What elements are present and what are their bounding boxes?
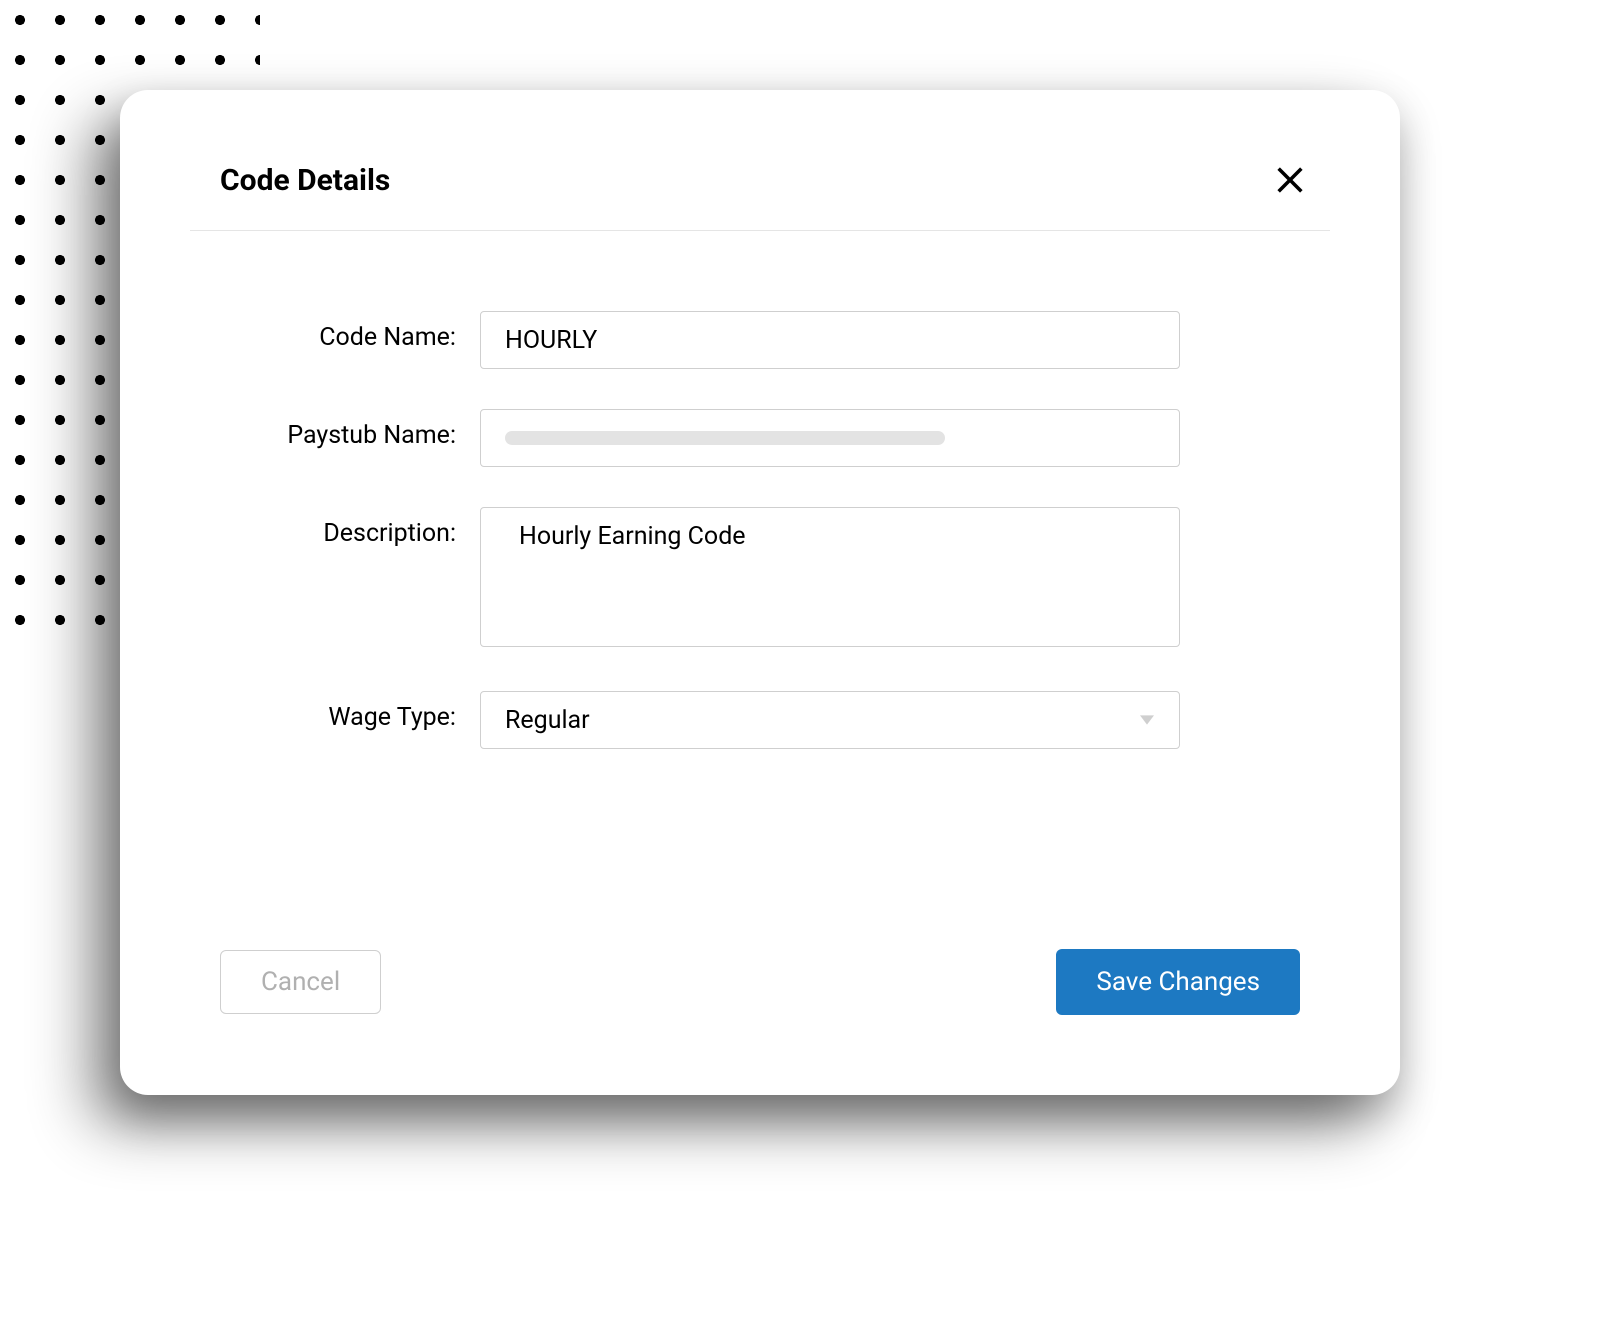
wage-type-label: Wage Type:: [220, 691, 480, 732]
form-body: Code Name: Paystub Name: Description: Wa…: [190, 231, 1330, 809]
code-name-label: Code Name:: [220, 311, 480, 352]
close-icon: [1273, 163, 1307, 197]
cancel-button[interactable]: Cancel: [220, 950, 381, 1014]
placeholder-skeleton: [505, 431, 945, 445]
wage-type-select[interactable]: Regular: [480, 691, 1180, 749]
description-label: Description:: [220, 507, 480, 548]
chevron-down-icon: [1139, 712, 1155, 728]
description-row: Description:: [220, 507, 1300, 651]
code-name-row: Code Name:: [220, 311, 1300, 369]
paystub-name-input[interactable]: [480, 409, 1180, 467]
code-details-modal: Code Details Code Name: Paystub Name: D: [120, 90, 1400, 1095]
paystub-name-row: Paystub Name:: [220, 409, 1300, 467]
modal-title: Code Details: [220, 163, 390, 198]
wage-type-row: Wage Type: Regular: [220, 691, 1300, 749]
paystub-name-label: Paystub Name:: [220, 409, 480, 450]
modal-footer: Cancel Save Changes: [190, 809, 1330, 1015]
close-button[interactable]: [1270, 160, 1310, 200]
code-name-input[interactable]: [480, 311, 1180, 369]
description-textarea[interactable]: [480, 507, 1180, 647]
save-changes-button[interactable]: Save Changes: [1056, 949, 1300, 1015]
modal-header: Code Details: [190, 150, 1330, 231]
wage-type-selected-value: Regular: [505, 706, 590, 735]
